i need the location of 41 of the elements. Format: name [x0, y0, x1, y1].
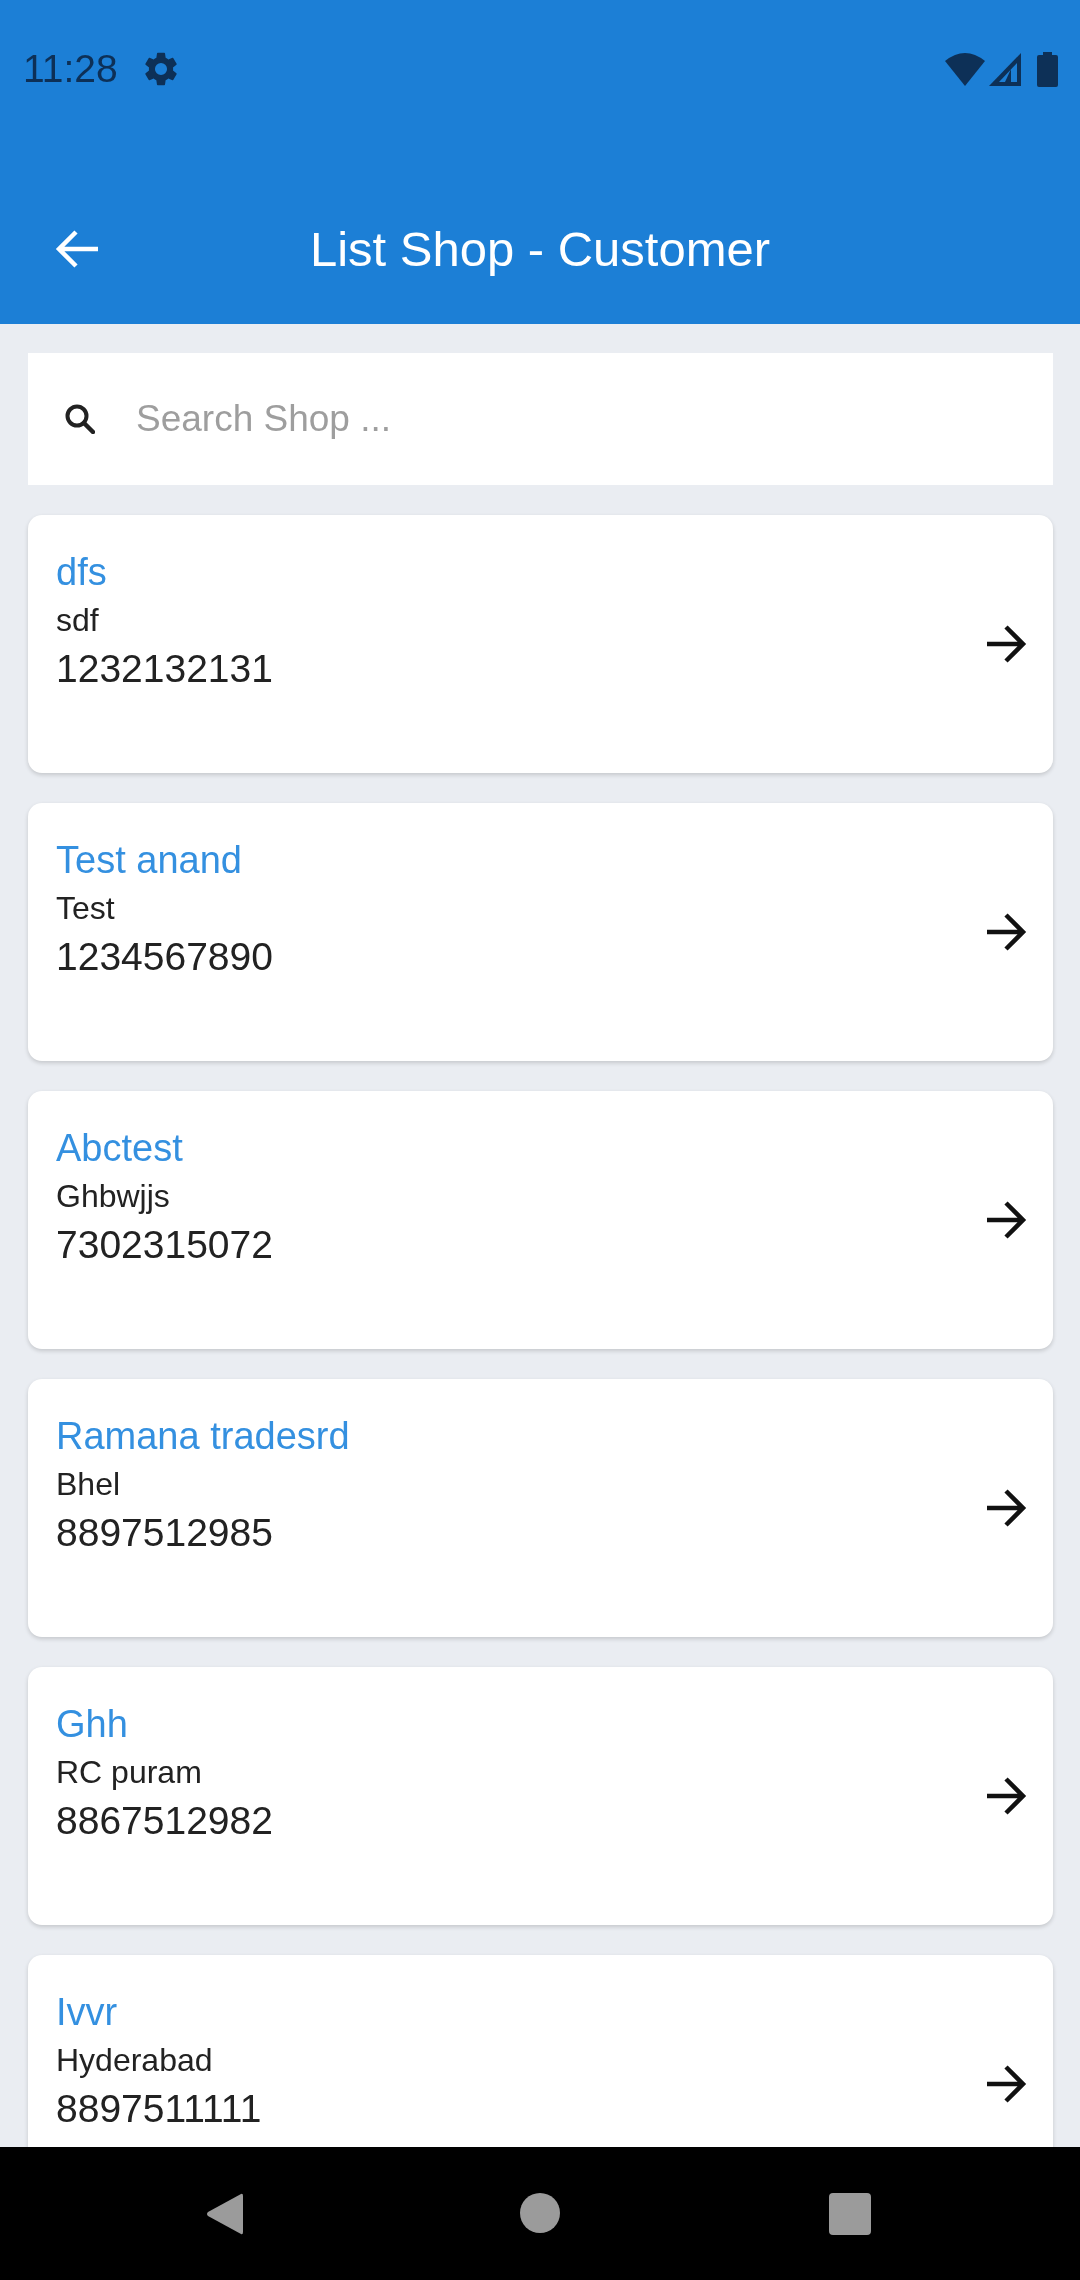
- battery-icon: [1037, 51, 1058, 87]
- screen-title: List Shop - Customer: [309, 221, 771, 278]
- arrow-right-icon: [985, 2064, 1027, 2104]
- shop-card[interactable]: Test anand Test 1234567890: [28, 803, 1053, 1061]
- search-icon: [65, 404, 95, 434]
- arrow-right-icon: [985, 912, 1027, 952]
- shop-name: dfs: [56, 550, 107, 595]
- signal-icon: [989, 52, 1021, 86]
- shop-name: Ghh: [56, 1702, 128, 1747]
- wifi-icon: [945, 52, 985, 86]
- arrow-right-icon: [985, 624, 1027, 664]
- search-field[interactable]: Search Shop ...: [28, 353, 1053, 485]
- status-time: 11:28: [23, 46, 118, 92]
- shop-card[interactable]: dfs sdf 1232132131: [28, 515, 1053, 773]
- shop-phone: 8897511111: [56, 2086, 262, 2132]
- gear-icon: [143, 52, 178, 86]
- back-icon[interactable]: [205, 2192, 245, 2236]
- shop-phone: 1232132131: [56, 646, 273, 692]
- arrow-right-icon: [985, 1200, 1027, 1240]
- shop-address: Test: [56, 889, 115, 928]
- shop-phone: 8867512982: [56, 1798, 273, 1844]
- shop-card[interactable]: Ghh RC puram 8867512982: [28, 1667, 1053, 1925]
- home-icon[interactable]: [520, 2193, 560, 2233]
- shop-phone: 7302315072: [56, 1222, 273, 1268]
- arrow-right-icon: [985, 1776, 1027, 1816]
- shop-name: Ivvr: [56, 1990, 118, 2035]
- shop-address: Bhel: [56, 1465, 121, 1504]
- shop-name: Test anand: [56, 838, 242, 883]
- shop-card[interactable]: Abctest Ghbwjjs 7302315072: [28, 1091, 1053, 1349]
- shop-address: RC puram: [56, 1753, 202, 1792]
- shop-address: Ghbwjjs: [56, 1177, 170, 1216]
- shop-address: Hyderabad: [56, 2041, 213, 2080]
- shop-phone: 1234567890: [56, 934, 273, 980]
- shop-phone: 8897512985: [56, 1510, 273, 1556]
- back-icon[interactable]: [54, 229, 100, 269]
- shop-name: Ramana tradesrd: [56, 1414, 350, 1459]
- shop-address: sdf: [56, 601, 99, 640]
- shop-card[interactable]: Ivvr Hyderabad 8897511111: [28, 1955, 1053, 2147]
- arrow-right-icon: [985, 1488, 1027, 1528]
- shop-card[interactable]: Ramana tradesrd Bhel 8897512985: [28, 1379, 1053, 1637]
- shop-name: Abctest: [56, 1126, 183, 1171]
